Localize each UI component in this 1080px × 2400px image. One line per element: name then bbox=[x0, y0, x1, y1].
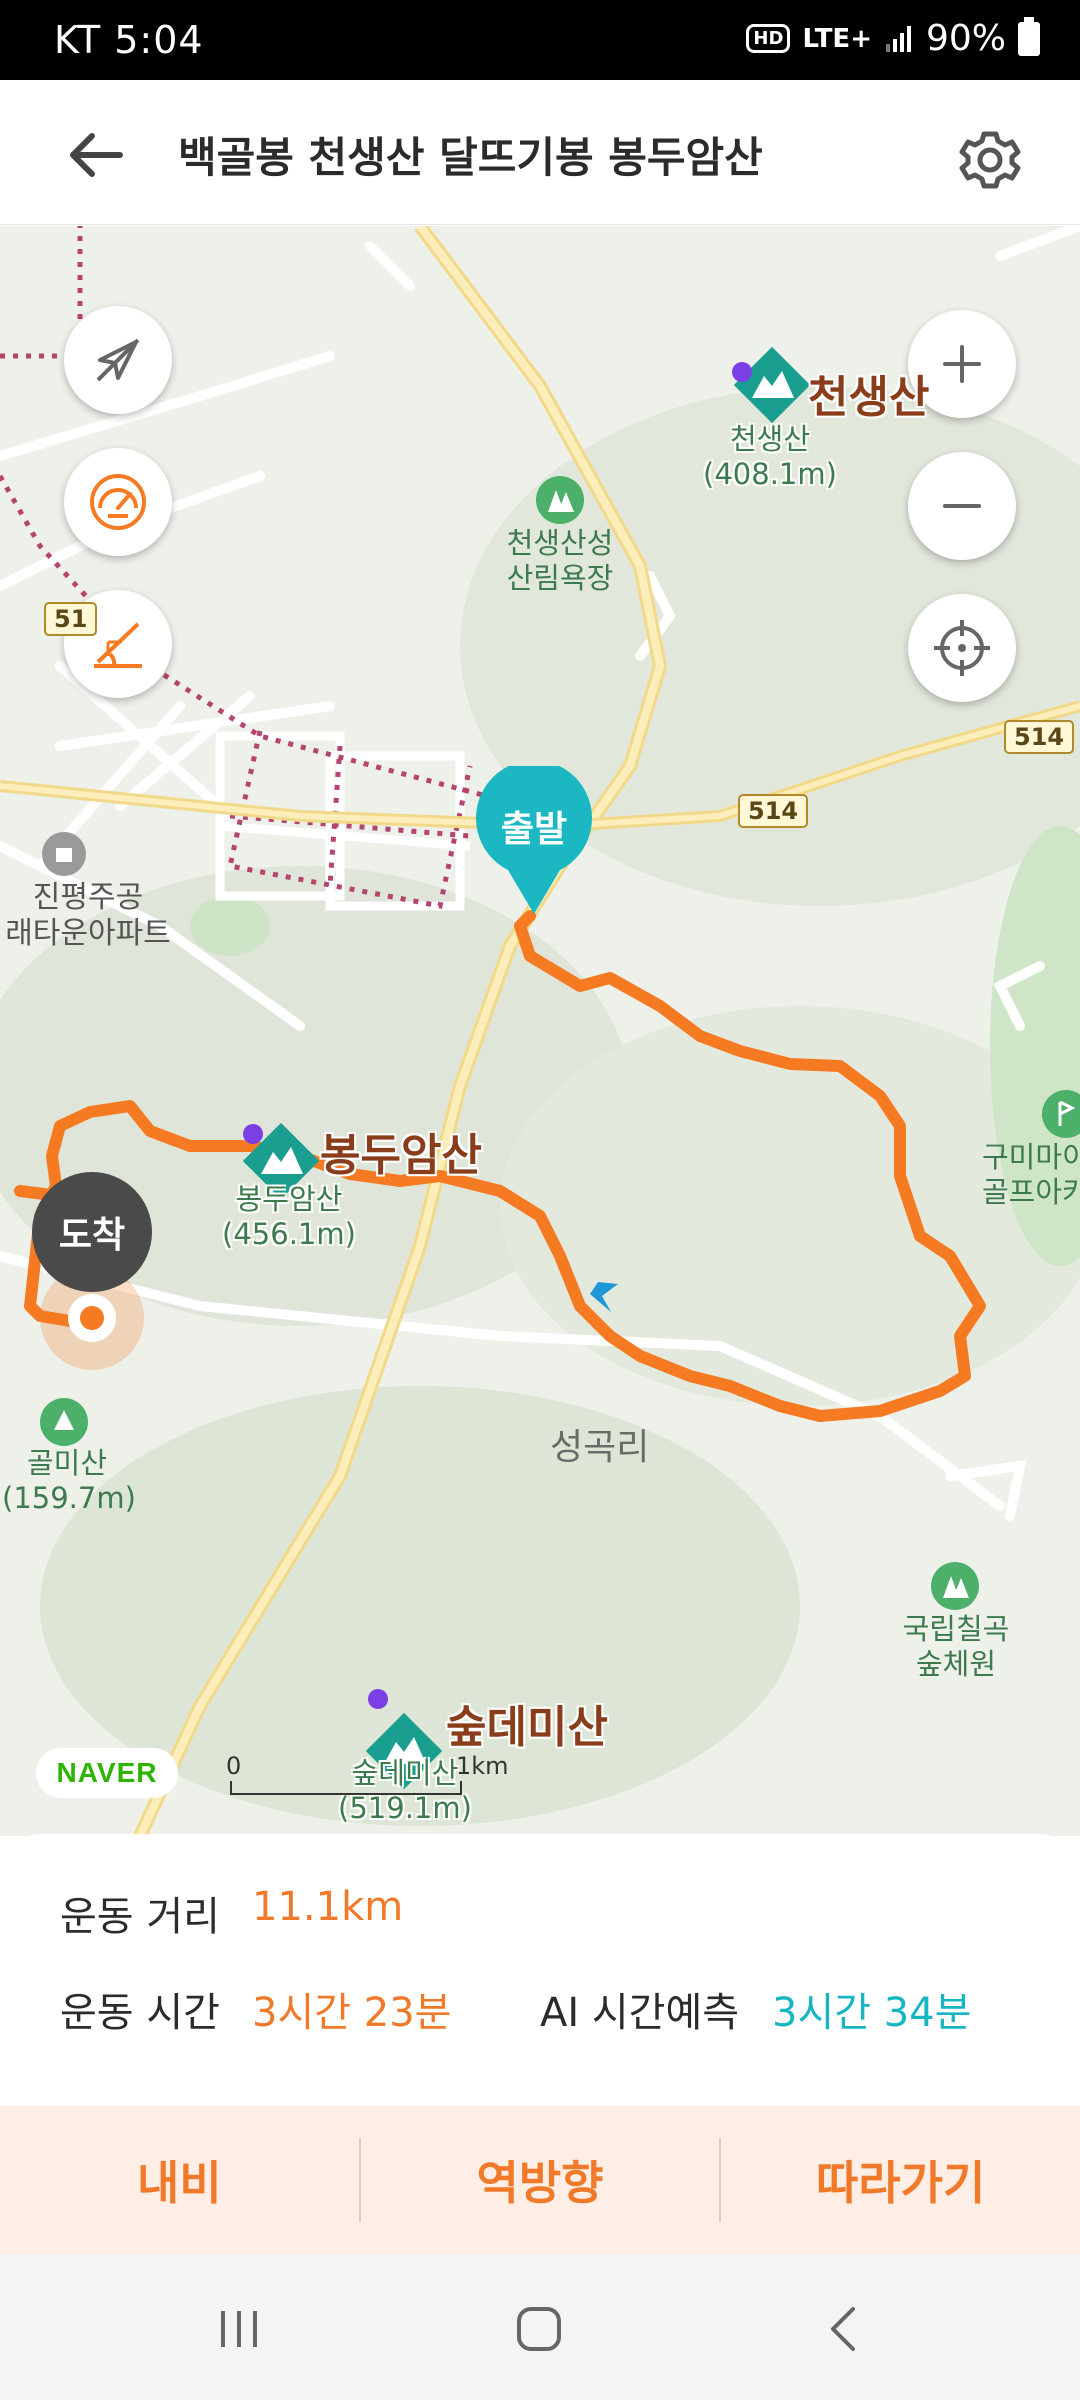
app-header: 백골봉 천생산 달뜨기봉 봉두암산 bbox=[0, 80, 1080, 225]
my-location-button[interactable] bbox=[908, 594, 1016, 702]
peak-name-cheonsaeng[interactable]: 천생산 bbox=[808, 372, 929, 425]
poi-line: 천생산성 bbox=[506, 526, 614, 560]
poi-line: 골미산 bbox=[26, 1446, 108, 1480]
hd-icon: HD bbox=[746, 24, 791, 53]
time-label: 운동 시간 bbox=[60, 1990, 220, 2036]
poi-line: 구미마이 bbox=[982, 1140, 1080, 1174]
status-icons: HD LTE+ 90% bbox=[746, 16, 1040, 59]
peak-elevation: (408.1m) bbox=[703, 456, 837, 491]
poi-line: 진평주공 bbox=[32, 880, 144, 915]
end-label[interactable]: 도착 bbox=[32, 1172, 152, 1292]
scale-unit: 1km bbox=[456, 1752, 509, 1780]
carrier-time: KT 5:04 bbox=[54, 18, 204, 62]
zoom-out-button[interactable] bbox=[908, 452, 1016, 560]
speedometer-icon bbox=[90, 474, 146, 530]
scale-start: 0 bbox=[226, 1752, 242, 1780]
settings-button[interactable] bbox=[950, 120, 1030, 200]
locate-icon bbox=[934, 620, 990, 676]
recent-apps-button[interactable] bbox=[194, 2284, 284, 2374]
navi-button[interactable]: 내비 bbox=[0, 2147, 359, 2213]
reverse-button[interactable]: 역방향 bbox=[361, 2147, 720, 2213]
poi-line: 골프아카 bbox=[982, 1174, 1080, 1209]
time-value: 3시간 23분 bbox=[252, 1990, 452, 2036]
home-button[interactable] bbox=[494, 2284, 584, 2374]
back-button[interactable] bbox=[60, 120, 130, 190]
status-bar: KT 5:04 HD LTE+ 90% bbox=[0, 0, 1080, 80]
system-nav-bar bbox=[0, 2254, 1080, 2400]
distance-label: 운동 거리 bbox=[60, 1894, 220, 1940]
poi-line: 숲체원 bbox=[915, 1646, 997, 1681]
peak-sub-name: 봉두암산 bbox=[235, 1182, 343, 1216]
peak-name-supdemi[interactable]: 숲데미산 bbox=[446, 1702, 608, 1755]
golmi-poi-label[interactable]: 골미산 (159.7m) bbox=[2, 1446, 136, 1516]
apartment-poi-icon bbox=[42, 832, 86, 876]
peak-elevation: (456.1m) bbox=[222, 1216, 356, 1251]
poi-line: 국립칠곡 bbox=[902, 1612, 1010, 1646]
page-title: 백골봉 천생산 달뜨기봉 봉두암산 bbox=[178, 133, 763, 182]
scale-bar bbox=[230, 1781, 462, 1795]
road-number-badge: 51 bbox=[44, 602, 98, 636]
no-navigation-icon bbox=[96, 338, 140, 382]
golf-poi-label[interactable]: 구미마이 골프아카 bbox=[982, 1140, 1080, 1210]
apartment-poi-label[interactable]: 진평주공 래타운아파트 bbox=[0, 880, 176, 952]
follow-button[interactable]: 따라가기 bbox=[721, 2147, 1080, 2213]
battery-icon bbox=[1018, 16, 1040, 56]
system-back-button[interactable] bbox=[800, 2284, 890, 2374]
peak-elevation: (519.1m) bbox=[338, 1790, 472, 1825]
action-bar: 내비 역방향 따라가기 bbox=[0, 2106, 1080, 2254]
poi-line: 산림욕장 bbox=[506, 560, 614, 595]
poi-line: 래타운아파트 bbox=[5, 916, 171, 951]
road-number-badge: 514 bbox=[738, 794, 809, 828]
arboretum-poi-icon bbox=[931, 1562, 979, 1610]
forest-poi-label[interactable]: 천생산성 산림욕장 bbox=[490, 526, 630, 596]
zoom-out-icon bbox=[943, 504, 981, 508]
zoom-in-icon bbox=[943, 345, 981, 383]
village-label: 성곡리 bbox=[550, 1427, 650, 1468]
peak-sub-bongduam: 봉두암산 (456.1m) bbox=[214, 1182, 364, 1252]
golmi-poi-icon bbox=[40, 1398, 88, 1446]
signal-icon bbox=[885, 25, 911, 52]
ai-time-label: AI 시간예측 bbox=[540, 1990, 740, 2036]
navigation-off-button[interactable] bbox=[64, 306, 172, 414]
peak-sub-cheonsaeng: 천생산 (408.1m) bbox=[700, 422, 840, 492]
gear-icon bbox=[959, 131, 1021, 189]
distance-value: 11.1km bbox=[252, 1884, 404, 1930]
peak-sub-name: 천생산 bbox=[729, 422, 811, 456]
peak-name-bongduam[interactable]: 봉두암산 bbox=[320, 1130, 482, 1183]
road-number-badge: 514 bbox=[1004, 720, 1075, 754]
map-base bbox=[0, 226, 1080, 1836]
recent-apps-icon bbox=[221, 2311, 257, 2347]
lte-icon: LTE+ bbox=[802, 23, 872, 54]
battery-text: 90% bbox=[925, 18, 1006, 59]
home-icon bbox=[517, 2307, 561, 2351]
map-view[interactable]: 514 514 51 천생산 천생산 (408.1m) 봉두암산 봉두암산 (4… bbox=[0, 226, 1080, 1836]
poi-line: (159.7m) bbox=[2, 1480, 136, 1515]
speed-button[interactable] bbox=[64, 448, 172, 556]
arboretum-poi-label[interactable]: 국립칠곡 숲체원 bbox=[886, 1612, 1026, 1682]
ai-time-value: 3시간 34분 bbox=[772, 1990, 972, 2036]
forest-poi-icon bbox=[536, 476, 584, 524]
naver-logo: NAVER bbox=[36, 1748, 178, 1798]
arrow-left-icon bbox=[70, 133, 123, 177]
stats-panel: 운동 거리 11.1km 운동 시간 3시간 23분 AI 시간예측 3시간 3… bbox=[0, 1834, 1080, 2104]
start-label: 출발 bbox=[500, 809, 568, 850]
back-icon bbox=[831, 2307, 855, 2351]
